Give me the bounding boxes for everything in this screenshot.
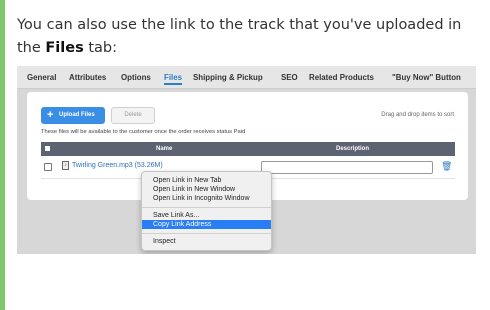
tab-seo[interactable]: SEO xyxy=(281,73,298,82)
drag-sort-hint: Drag and drop items to sort xyxy=(381,112,454,118)
tab-options[interactable]: Options xyxy=(121,73,151,82)
tab-buy-now-button[interactable]: "Buy Now" Button xyxy=(392,73,461,82)
upload-files-button[interactable]: + Upload Files xyxy=(41,107,105,124)
embedded-screenshot: General Attributes Options Files Shippin… xyxy=(17,66,476,254)
trash-icon[interactable]: 🗑 xyxy=(441,161,452,172)
menu-separator xyxy=(142,233,271,234)
file-link[interactable]: Twirling Green.mp3 (53.26M) xyxy=(72,162,163,169)
row-checkbox[interactable] xyxy=(44,163,52,171)
intro-paragraph: You can also use the link to the track t… xyxy=(17,14,482,60)
description-input[interactable] xyxy=(261,161,433,174)
menu-item-inspect[interactable]: Inspect xyxy=(142,237,271,246)
menu-item-open-new-tab[interactable]: Open Link in New Tab xyxy=(142,176,271,185)
menu-item-save-link-as[interactable]: Save Link As... xyxy=(142,211,271,220)
availability-note: These files will be available to the cus… xyxy=(41,129,246,135)
tab-bar: General Attributes Options Files Shippin… xyxy=(17,66,476,89)
menu-item-open-new-window[interactable]: Open Link in New Window xyxy=(142,185,271,194)
intro-text-after: tab: xyxy=(83,40,117,56)
select-all-checkbox[interactable] xyxy=(45,146,50,151)
menu-separator xyxy=(142,207,271,208)
menu-item-open-incognito[interactable]: Open Link in Incognito Window xyxy=(142,194,271,203)
context-menu: Open Link in New Tab Open Link in New Wi… xyxy=(141,171,272,251)
menu-item-copy-link-address[interactable]: Copy Link Address xyxy=(142,220,271,229)
plus-icon: + xyxy=(47,109,54,121)
column-header-name: Name xyxy=(156,146,173,152)
intro-bold-files: Files xyxy=(45,40,84,56)
table-header: Name Description xyxy=(41,142,455,156)
tab-general[interactable]: General xyxy=(27,73,56,82)
upload-files-label: Upload Files xyxy=(59,112,95,118)
tab-files[interactable]: Files xyxy=(164,73,182,85)
file-icon: ♪ xyxy=(62,161,69,170)
tab-related-products[interactable]: Related Products xyxy=(309,73,374,82)
tab-shipping-pickup[interactable]: Shipping & Pickup xyxy=(193,73,263,82)
delete-button[interactable]: Delete xyxy=(111,107,155,124)
tab-attributes[interactable]: Attributes xyxy=(69,73,106,82)
column-header-description: Description xyxy=(336,146,370,152)
left-accent-bar xyxy=(0,0,5,310)
